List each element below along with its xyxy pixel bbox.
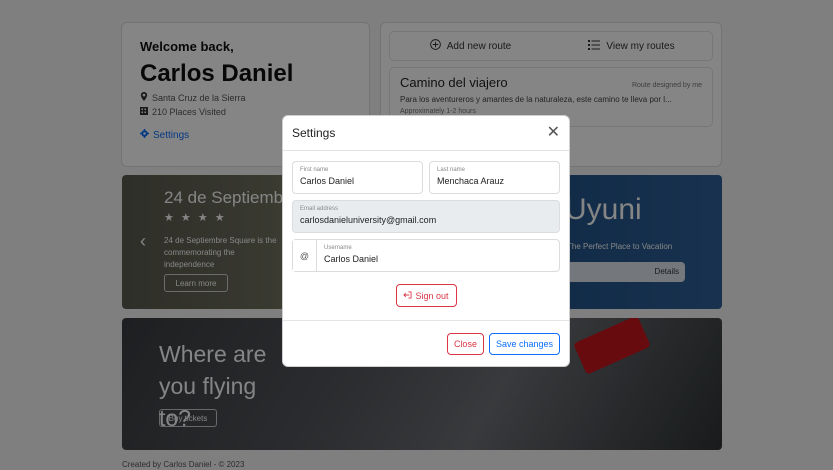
last-name-label: Last name	[437, 167, 466, 173]
last-name-value: Menchaca Arauz	[437, 176, 505, 186]
sign-out-button[interactable]: Sign out	[395, 284, 457, 307]
close-button[interactable]: Close	[446, 332, 484, 355]
modal-footer: Close Save changes	[283, 320, 569, 366]
close-icon[interactable]: ✕	[547, 125, 560, 141]
username-label: Username	[324, 245, 352, 251]
sign-out-icon	[403, 290, 412, 301]
modal-body: First name Carlos Daniel Last name Mench…	[283, 151, 569, 307]
username-prefix: @	[293, 240, 317, 271]
email-label: Email address	[300, 206, 339, 212]
first-name-field[interactable]: First name Carlos Daniel	[292, 161, 423, 194]
settings-modal: Settings ✕ First name Carlos Daniel Last…	[282, 115, 570, 367]
modal-title: Settings	[292, 126, 336, 140]
username-value: Carlos Daniel	[324, 254, 379, 264]
first-name-label: First name	[300, 167, 329, 173]
last-name-field[interactable]: Last name Menchaca Arauz	[429, 161, 560, 194]
first-name-value: Carlos Daniel	[300, 176, 355, 186]
email-field: Email address carlosdanieluniversity@gma…	[292, 200, 560, 233]
username-group: @ Username Carlos Daniel	[292, 239, 560, 272]
username-field[interactable]: Username Carlos Daniel	[317, 240, 559, 273]
save-changes-button[interactable]: Save changes	[488, 332, 560, 355]
modal-header: Settings ✕	[283, 116, 569, 151]
email-value: carlosdanieluniversity@gmail.com	[300, 215, 437, 225]
sign-out-label: Sign out	[415, 290, 449, 301]
